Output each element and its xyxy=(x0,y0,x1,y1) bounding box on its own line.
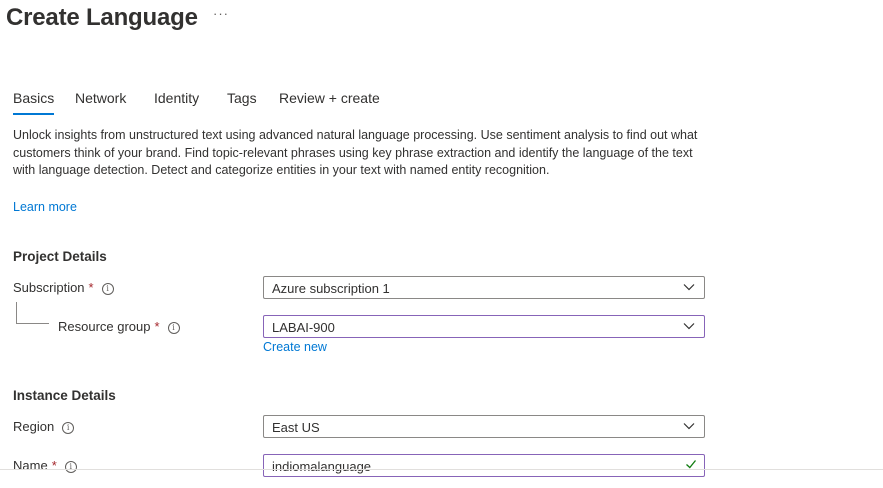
region-select[interactable]: East US xyxy=(263,415,705,438)
subscription-label: Subscription * i xyxy=(13,280,114,295)
required-mark: * xyxy=(88,280,94,295)
create-new-link[interactable]: Create new xyxy=(263,340,327,354)
name-label-text: Name xyxy=(13,458,48,473)
create-language-page: Create Language ··· Basics Network Ident… xyxy=(0,0,883,488)
tab-tags[interactable]: Tags xyxy=(227,90,257,106)
region-label-text: Region xyxy=(13,419,55,434)
instance-details-heading: Instance Details xyxy=(13,388,116,403)
resource-group-label: Resource group * i xyxy=(58,319,180,334)
project-details-heading: Project Details xyxy=(13,249,107,264)
info-icon[interactable]: i xyxy=(101,283,114,295)
required-mark: * xyxy=(51,458,57,473)
description-text: Unlock insights from unstructured text u… xyxy=(13,128,698,177)
learn-more-link[interactable]: Learn more xyxy=(13,200,77,214)
name-label: Name * i xyxy=(13,458,77,473)
tab-network[interactable]: Network xyxy=(75,90,126,106)
name-value: indiomalanguage xyxy=(272,459,372,474)
tab-identity[interactable]: Identity xyxy=(154,90,199,106)
footer-divider xyxy=(0,469,883,470)
info-icon[interactable]: i xyxy=(167,322,180,334)
chevron-down-icon xyxy=(683,284,695,291)
subscription-label-text: Subscription xyxy=(13,280,85,295)
more-options-button[interactable]: ··· xyxy=(213,6,229,21)
required-mark: * xyxy=(154,319,160,334)
region-value: East US xyxy=(272,420,320,435)
name-input[interactable]: indiomalanguage xyxy=(263,454,705,477)
tree-connector-horizontal xyxy=(16,323,49,324)
info-icon[interactable]: i xyxy=(64,461,77,473)
resource-group-label-text: Resource group xyxy=(58,319,151,334)
subscription-value: Azure subscription 1 xyxy=(272,281,390,296)
resource-group-value: LABAI-900 xyxy=(272,320,335,335)
tab-review-create[interactable]: Review + create xyxy=(279,90,380,106)
chevron-down-icon xyxy=(683,423,695,430)
tree-connector-vertical xyxy=(16,302,17,323)
chevron-down-icon xyxy=(683,323,695,330)
tab-basics[interactable]: Basics xyxy=(13,90,55,115)
subscription-select[interactable]: Azure subscription 1 xyxy=(263,276,705,299)
region-label: Region i xyxy=(13,419,75,434)
info-icon[interactable]: i xyxy=(62,422,75,434)
resource-group-select[interactable]: LABAI-900 xyxy=(263,315,705,338)
page-title: Create Language xyxy=(6,4,198,31)
